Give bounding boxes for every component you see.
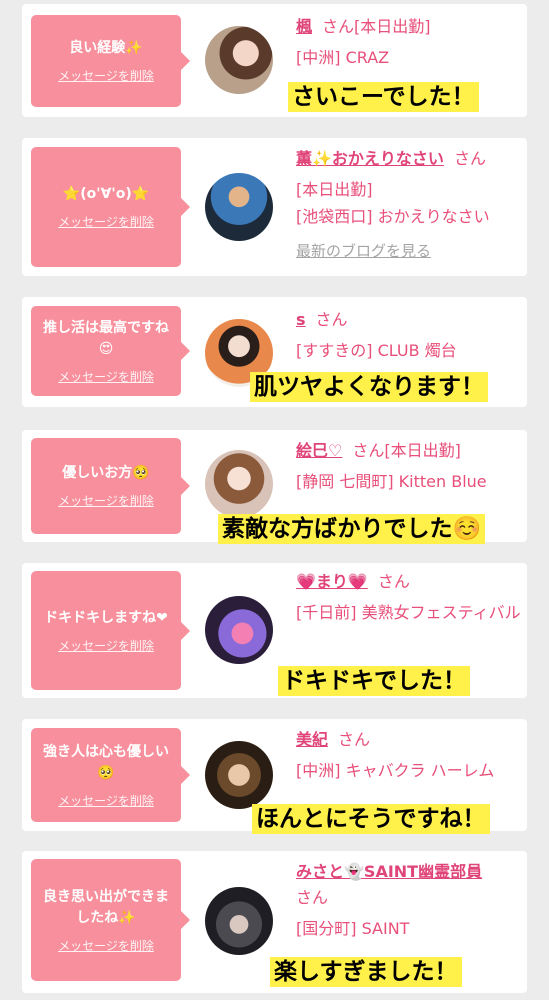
message-text: 優しいお方🥺: [62, 465, 150, 481]
profile-name-link[interactable]: 薫✨おかえりなさい: [296, 149, 444, 168]
shop-line: [すすきの] CLUB 燭台: [296, 341, 457, 360]
message-card: 良い経験✨ メッセージを削除 楓さん[本日出勤] [中洲] CRAZ さいこーで…: [22, 4, 527, 117]
delete-message-link[interactable]: メッセージを削除: [58, 213, 154, 230]
message-card: ドキドキしますね❤ メッセージを削除 💗まり💗 さん [千日前] 美熟女フェスティ…: [22, 563, 527, 698]
delete-message-link[interactable]: メッセージを削除: [58, 937, 154, 954]
shop-line: [池袋西口] おかえりなさい: [296, 207, 490, 226]
delete-message-link[interactable]: メッセージを削除: [58, 67, 154, 84]
message-bubble: ドキドキしますね❤ メッセージを削除: [31, 571, 190, 690]
message-bubble: 良き思い出ができましたね✨ メッセージを削除: [31, 859, 190, 981]
caption-overlay: 楽しすぎました！: [270, 957, 462, 987]
profile-info: 薫✨おかえりなさい さん [本日出勤] [池袋西口] おかえりなさい 最新のブログ…: [296, 148, 522, 262]
avatar[interactable]: [205, 741, 273, 809]
avatar[interactable]: [205, 450, 273, 518]
message-bubble: ⭐(o'∀'o)⭐ メッセージを削除: [31, 147, 190, 267]
shop-line: [静岡 七間町] Kitten Blue: [296, 472, 487, 491]
caption-overlay: ほんとにそうですね！: [252, 804, 490, 834]
shop-line: [中洲] CRAZ: [296, 48, 390, 67]
message-text: ⭐(o'∀'o)⭐: [62, 186, 150, 202]
caption-overlay: さいこーでした！: [288, 82, 479, 112]
shop-line: [千日前] 美熟女フェスティバル: [296, 603, 521, 622]
message-text: 推し活は最高ですね😍: [43, 319, 169, 357]
delete-message-link[interactable]: メッセージを削除: [58, 368, 154, 385]
message-card: 良き思い出ができましたね✨ メッセージを削除 みさと👻SAINT幽霊部員 さん …: [22, 851, 527, 993]
profile-info: 絵巳♡ さん[本日出勤] [静岡 七間町] Kitten Blue: [296, 440, 522, 493]
message-text: ドキドキしますね❤: [44, 609, 168, 626]
profile-info: みさと👻SAINT幽霊部員 さん [国分町] SAINT: [296, 861, 522, 940]
caption-overlay: 素敵な方ばかりでした☺️: [218, 514, 486, 544]
san-label: さん: [296, 888, 329, 907]
shop-line: [国分町] SAINT: [296, 919, 410, 938]
profile-name-link[interactable]: 楓: [296, 17, 312, 36]
profile-info: 楓さん[本日出勤] [中洲] CRAZ: [296, 16, 522, 69]
message-card: ⭐(o'∀'o)⭐ メッセージを削除 薫✨おかえりなさい さん [本日出勤] [池…: [22, 138, 527, 276]
message-text: 良き思い出ができましたね✨: [43, 888, 169, 926]
profile-info: 💗まり💗 さん [千日前] 美熟女フェスティバル: [296, 571, 522, 624]
message-bubble: 良い経験✨ メッセージを削除: [31, 15, 190, 107]
profile-name-link[interactable]: 💗まり💗: [296, 572, 368, 591]
delete-message-link[interactable]: メッセージを削除: [58, 637, 154, 654]
san-label: さん: [322, 17, 355, 36]
san-label: さん: [377, 572, 410, 591]
message-text: 強き人は心も優しい🥺: [43, 743, 169, 781]
san-label: さん: [338, 730, 371, 749]
status-text: [本日出勤]: [384, 441, 461, 460]
profile-name-link[interactable]: 美紀: [296, 730, 328, 749]
san-label: さん: [315, 310, 348, 329]
profile-info: 美紀 さん [中洲] キャバクラ ハーレム: [296, 729, 522, 782]
message-bubble: 優しいお方🥺 メッセージを削除: [31, 438, 190, 534]
avatar[interactable]: [205, 26, 273, 94]
profile-info: s さん [すすきの] CLUB 燭台: [296, 309, 522, 362]
message-bubble: 推し活は最高ですね😍 メッセージを削除: [31, 306, 190, 396]
message-bubble: 強き人は心も優しい🥺 メッセージを削除: [31, 728, 190, 822]
profile-name-link[interactable]: s: [296, 310, 306, 329]
avatar[interactable]: [205, 173, 273, 241]
status-line: [本日出勤]: [296, 180, 373, 199]
message-card: 優しいお方🥺 メッセージを削除 絵巳♡ さん[本日出勤] [静岡 七間町] Kit…: [22, 430, 527, 544]
shop-line: [中洲] キャバクラ ハーレム: [296, 761, 495, 780]
caption-overlay: ドキドキでした！: [278, 666, 470, 696]
status-text: [本日出勤]: [354, 17, 431, 36]
latest-blog-link[interactable]: 最新のブログを見る: [296, 240, 522, 262]
san-label: さん: [352, 441, 385, 460]
profile-name-link[interactable]: 絵巳♡: [296, 441, 342, 460]
delete-message-link[interactable]: メッセージを削除: [58, 792, 154, 809]
message-card: 強き人は心も優しい🥺 メッセージを削除 美紀 さん [中洲] キャバクラ ハーレム…: [22, 719, 527, 834]
avatar[interactable]: [205, 887, 273, 955]
caption-overlay: 肌ツヤよくなります！: [250, 372, 488, 402]
message-card: 推し活は最高ですね😍 メッセージを削除 s さん [すすきの] CLUB 燭台 肌…: [22, 297, 527, 407]
avatar[interactable]: [205, 596, 273, 664]
message-text: 良い経験✨: [69, 40, 143, 56]
profile-name-link[interactable]: みさと👻SAINT幽霊部員: [296, 862, 482, 881]
san-label: さん: [453, 149, 486, 168]
delete-message-link[interactable]: メッセージを削除: [58, 492, 154, 509]
